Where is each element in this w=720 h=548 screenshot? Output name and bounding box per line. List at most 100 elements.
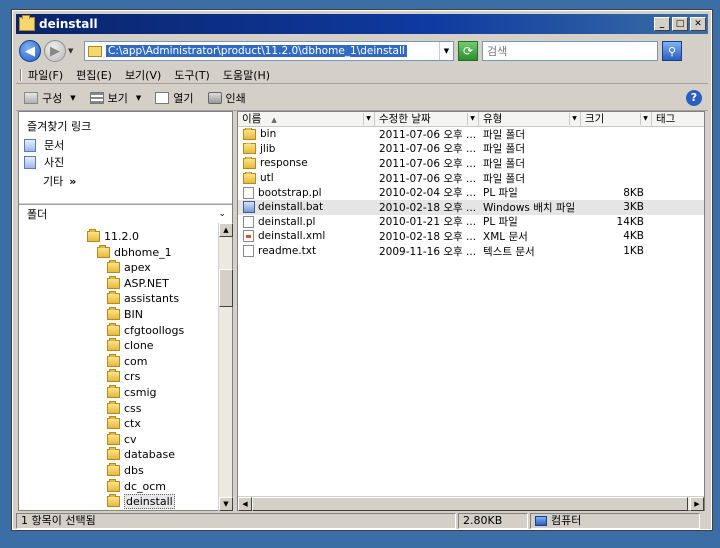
tree-item[interactable]: 11.2.0 [87, 229, 139, 244]
search-input[interactable] [482, 41, 658, 61]
scroll-up-arrow[interactable]: ▲ [219, 223, 233, 237]
chevron-down-icon[interactable]: ▼ [640, 113, 650, 125]
file-row[interactable]: jlib 2011-07-06 오후 ... 파일 폴더 [238, 142, 704, 157]
batch-file-icon [243, 201, 255, 214]
column-label: 수정한 날짜 [379, 113, 431, 125]
folder-icon [19, 15, 35, 31]
column-name[interactable]: 이름 ▲ ▼ [238, 112, 375, 127]
views-button[interactable]: 보기 ▼ [89, 90, 141, 106]
search-button[interactable]: ⚲ [662, 41, 682, 61]
tree-item[interactable]: apex [107, 260, 151, 275]
chevron-down-icon[interactable]: ⌄ [218, 209, 226, 219]
folders-header[interactable]: 폴더 ⌄ [19, 205, 232, 223]
folder-icon [107, 385, 120, 398]
column-date[interactable]: 수정한 날짜 ▼ [375, 112, 479, 127]
favorite-more[interactable]: 기타 » [43, 173, 76, 189]
file-name-cell[interactable]: jlib [238, 142, 375, 155]
menu-help[interactable]: 도움말(H) [223, 67, 270, 83]
column-header: 이름 ▲ ▼ 수정한 날짜 ▼ 유형 ▼ 크기 ▼ 태그 [238, 112, 704, 127]
file-row[interactable]: deinstall.bat 2010-02-18 오후 ... Windows 배치… [238, 199, 704, 215]
address-bar[interactable]: C:\app\Administrator\product\11.2.0\dbho… [84, 41, 454, 61]
file-row[interactable]: response 2011-07-06 오후 ... 파일 폴더 [238, 156, 704, 171]
back-button[interactable]: ◀ [19, 40, 41, 62]
menu-grip [20, 68, 22, 81]
menu-file[interactable]: 파일(F) [28, 67, 63, 83]
print-button[interactable]: 인쇄 [207, 90, 246, 106]
refresh-button[interactable]: ⟳ [458, 41, 478, 61]
close-button[interactable]: ✕ [690, 17, 706, 31]
column-label: 유형 [483, 113, 503, 125]
tree-item[interactable]: demo [107, 509, 155, 511]
tree-vertical-scrollbar[interactable]: ▲ ▼ [218, 223, 233, 511]
scroll-thumb[interactable] [219, 269, 233, 307]
scroll-down-arrow[interactable]: ▼ [219, 497, 233, 511]
file-row[interactable]: deinstall.xml 2010-02-18 오후 ... XML 문서 4KB [238, 229, 704, 244]
file-name-cell[interactable]: deinstall.xml [238, 230, 375, 243]
file-name-cell[interactable]: utl [238, 172, 375, 184]
scroll-left-arrow[interactable]: ◀ [238, 497, 252, 511]
favorite-pictures[interactable]: 사진 [24, 154, 64, 170]
tree-item[interactable]: dbs [107, 463, 144, 478]
file-name-cell[interactable]: readme.txt [238, 245, 375, 258]
file-row[interactable]: bootstrap.pl 2010-02-04 오후 ... PL 파일 8KB [238, 185, 704, 200]
column-type[interactable]: 유형 ▼ [479, 112, 581, 127]
file-row[interactable]: utl 2011-07-06 오후 ... 파일 폴더 [238, 171, 704, 186]
tree-item[interactable]: com [107, 353, 148, 369]
file-date: 2011-07-06 오후 ... [379, 128, 477, 141]
favorite-documents[interactable]: 문서 [24, 137, 64, 153]
maximize-button[interactable]: □ [672, 17, 688, 31]
chevron-down-icon[interactable]: ▼ [363, 113, 373, 125]
scroll-thumb[interactable] [252, 497, 688, 511]
file-row[interactable]: deinstall.pl 2010-01-21 오후 ... PL 파일 14KB [238, 215, 704, 230]
column-size[interactable]: 크기 ▼ [581, 112, 652, 127]
folder-tree: 11.2.0 dbhome_1 apex ASP.NET assistants BIN cf… [19, 223, 217, 511]
column-tags[interactable]: 태그 [652, 112, 704, 127]
folder-icon [107, 400, 120, 414]
help-icon[interactable]: ? [686, 89, 702, 106]
file-name-cell[interactable]: bin [238, 128, 375, 140]
tree-item[interactable]: BIN [107, 307, 143, 322]
minimize-button[interactable]: _ [654, 17, 670, 31]
tree-item[interactable]: clone [107, 338, 154, 353]
tree-item[interactable]: dbhome_1 [97, 244, 172, 260]
tree-item[interactable]: ASP.NET [107, 275, 169, 291]
tree-item[interactable]: csmig [107, 385, 157, 400]
address-path[interactable]: C:\app\Administrator\product\11.2.0\dbho… [106, 45, 407, 57]
computer-icon [535, 516, 547, 526]
menu-edit[interactable]: 편집(E) [76, 67, 112, 83]
file-name-cell[interactable]: deinstall.bat [238, 201, 375, 214]
file-name-cell[interactable]: bootstrap.pl [238, 186, 375, 199]
scroll-right-arrow[interactable]: ▶ [690, 497, 704, 511]
file-name-cell[interactable]: deinstall.pl [238, 215, 375, 228]
tree-item[interactable]: deinstall [107, 494, 175, 510]
file-row[interactable]: readme.txt 2009-11-16 오후 ... 텍스트 문서 1KB [238, 244, 704, 259]
forward-button[interactable]: ▶ [44, 40, 66, 62]
folder-icon [107, 291, 120, 305]
tree-item[interactable]: dc_ocm [107, 478, 166, 494]
tree-item[interactable]: assistants [107, 291, 179, 306]
folder-icon [107, 338, 120, 352]
menu-tools[interactable]: 도구(T) [174, 67, 210, 83]
open-button[interactable]: 열기 [155, 90, 194, 106]
file-name-cell[interactable]: response [238, 157, 375, 169]
menu-view[interactable]: 보기(V) [125, 67, 161, 83]
file-type: 파일 폴더 [483, 157, 525, 170]
chevron-down-icon[interactable]: ▼ [467, 113, 477, 125]
tree-item[interactable]: cfgtoollogs [107, 322, 184, 338]
tree-item[interactable]: ctx [107, 416, 141, 431]
folder-icon [107, 275, 120, 289]
tree-item[interactable]: crs [107, 369, 140, 384]
chevron-down-icon: ▼ [70, 93, 76, 102]
title-bar[interactable]: deinstall _ □ ✕ [16, 14, 708, 34]
tree-item[interactable]: css [107, 400, 142, 416]
tree-item[interactable]: database [107, 447, 175, 462]
file-type: 파일 폴더 [483, 128, 525, 141]
organize-button[interactable]: 구성 ▼ [24, 90, 76, 106]
chevron-down-icon[interactable]: ▼ [569, 113, 579, 125]
file-row[interactable]: bin 2011-07-06 오후 ... 파일 폴더 [238, 127, 704, 142]
chevron-down-icon[interactable]: ▼ [439, 42, 453, 60]
file-list-horizontal-scrollbar[interactable]: ◀ ▶ [238, 496, 704, 511]
history-dropdown-icon[interactable]: ▼ [68, 47, 78, 55]
tree-item[interactable]: cv [107, 431, 137, 447]
folder-icon [107, 447, 120, 461]
